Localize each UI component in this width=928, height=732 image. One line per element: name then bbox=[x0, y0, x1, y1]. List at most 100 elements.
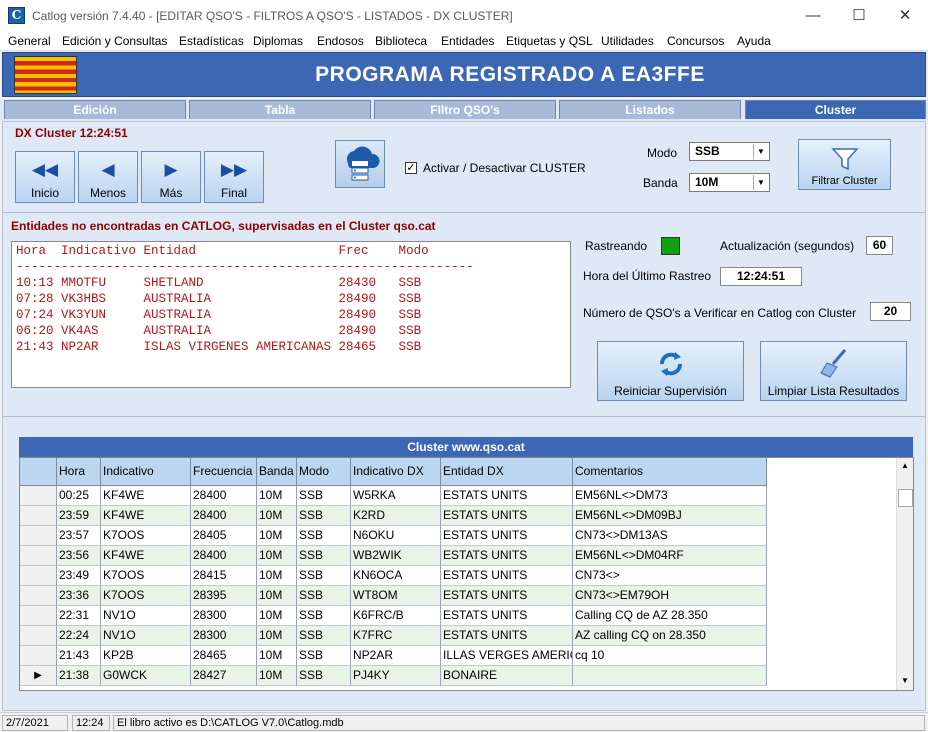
row-selector[interactable] bbox=[20, 506, 57, 526]
cloud-server-button[interactable] bbox=[335, 140, 385, 188]
next-button[interactable]: ▶ Más bbox=[141, 151, 201, 203]
cell-comentarios[interactable]: EM56NL<>DM04RF bbox=[573, 546, 767, 566]
tab-tabla[interactable]: Tabla bbox=[189, 100, 371, 119]
row-selector[interactable] bbox=[20, 546, 57, 566]
cell-modo[interactable]: SSB bbox=[297, 526, 351, 546]
cell-frecuencia[interactable]: 28400 bbox=[191, 486, 257, 506]
cell-hora[interactable]: 23:57 bbox=[57, 526, 101, 546]
cell-modo[interactable]: SSB bbox=[297, 486, 351, 506]
cell-banda[interactable]: 10M bbox=[257, 646, 297, 666]
cell-indicativo[interactable]: K7OOS bbox=[101, 566, 191, 586]
cell-frecuencia[interactable]: 28395 bbox=[191, 586, 257, 606]
cell-banda[interactable]: 10M bbox=[257, 586, 297, 606]
cell-comentarios[interactable]: AZ calling CQ on 28.350 bbox=[573, 626, 767, 646]
cell-comentarios[interactable]: CN73<> bbox=[573, 566, 767, 586]
cell-indicativo[interactable]: KF4WE bbox=[101, 506, 191, 526]
cell-hora[interactable]: 23:49 bbox=[57, 566, 101, 586]
cell-banda[interactable]: 10M bbox=[257, 546, 297, 566]
column-header-comentarios[interactable]: Comentarios bbox=[573, 458, 767, 486]
cell-banda[interactable]: 10M bbox=[257, 666, 297, 686]
cell-modo[interactable]: SSB bbox=[297, 626, 351, 646]
cell-frecuencia[interactable]: 28300 bbox=[191, 606, 257, 626]
cell-modo[interactable]: SSB bbox=[297, 546, 351, 566]
menu-entidades[interactable]: Entidades bbox=[441, 34, 494, 48]
cell-indicativo[interactable]: K7OOS bbox=[101, 586, 191, 606]
cell-comentarios[interactable]: cq 10 bbox=[573, 646, 767, 666]
column-header-indicativo[interactable]: Indicativo bbox=[101, 458, 191, 486]
row-selector[interactable] bbox=[20, 566, 57, 586]
menu-edicion-consultas[interactable]: Edición y Consultas bbox=[62, 34, 167, 48]
cell-hora[interactable]: 22:31 bbox=[57, 606, 101, 626]
cell-indicativo-dx[interactable]: PJ4KY bbox=[351, 666, 441, 686]
row-selector[interactable]: ▶ bbox=[20, 666, 57, 686]
menu-concursos[interactable]: Concursos bbox=[667, 34, 724, 48]
cell-entidad-dx[interactable]: ESTATS UNITS bbox=[441, 486, 573, 506]
cell-indicativo-dx[interactable]: WB2WIK bbox=[351, 546, 441, 566]
cell-comentarios[interactable]: EM56NL<>DM09BJ bbox=[573, 506, 767, 526]
cell-frecuencia[interactable]: 28400 bbox=[191, 546, 257, 566]
row-selector[interactable] bbox=[20, 486, 57, 506]
cell-hora[interactable]: 23:56 bbox=[57, 546, 101, 566]
scroll-up-icon[interactable]: ▲ bbox=[897, 458, 913, 474]
cell-entidad-dx[interactable]: ESTATS UNITS bbox=[441, 586, 573, 606]
cell-indicativo-dx[interactable]: K7FRC bbox=[351, 626, 441, 646]
cell-banda[interactable]: 10M bbox=[257, 506, 297, 526]
cell-entidad-dx[interactable]: ESTATS UNITS bbox=[441, 606, 573, 626]
cell-banda[interactable]: 10M bbox=[257, 566, 297, 586]
cell-modo[interactable]: SSB bbox=[297, 566, 351, 586]
tab-edicion[interactable]: Edición bbox=[4, 100, 186, 119]
column-header-modo[interactable]: Modo bbox=[297, 458, 351, 486]
cell-indicativo-dx[interactable]: NP2AR bbox=[351, 646, 441, 666]
maximize-icon[interactable]: ☐ bbox=[836, 0, 882, 31]
cell-modo[interactable]: SSB bbox=[297, 506, 351, 526]
tab-listados[interactable]: Listados bbox=[559, 100, 741, 119]
update-interval-field[interactable]: 60 bbox=[866, 236, 893, 255]
cell-hora[interactable]: 21:38 bbox=[57, 666, 101, 686]
column-header-indicativo-dx[interactable]: Indicativo DX bbox=[351, 458, 441, 486]
row-selector[interactable] bbox=[20, 646, 57, 666]
scroll-down-icon[interactable]: ▼ bbox=[897, 673, 913, 689]
cell-modo[interactable]: SSB bbox=[297, 586, 351, 606]
restart-supervision-button[interactable]: Reiniciar Supervisión bbox=[597, 341, 744, 401]
cell-hora[interactable]: 23:59 bbox=[57, 506, 101, 526]
cell-banda[interactable]: 10M bbox=[257, 626, 297, 646]
last-button[interactable]: ▶▶ Final bbox=[204, 151, 264, 203]
cell-modo[interactable]: SSB bbox=[297, 646, 351, 666]
row-selector[interactable] bbox=[20, 626, 57, 646]
cell-indicativo[interactable]: NV1O bbox=[101, 626, 191, 646]
cell-comentarios[interactable]: CN73<>DM13AS bbox=[573, 526, 767, 546]
cell-entidad-dx[interactable]: ESTATS UNITS bbox=[441, 506, 573, 526]
cell-banda[interactable]: 10M bbox=[257, 606, 297, 626]
cell-entidad-dx[interactable]: ESTATS UNITS bbox=[441, 546, 573, 566]
cell-indicativo-dx[interactable]: W5RKA bbox=[351, 486, 441, 506]
cell-indicativo-dx[interactable]: K6FRC/B bbox=[351, 606, 441, 626]
cell-banda[interactable]: 10M bbox=[257, 486, 297, 506]
column-header-entidad-dx[interactable]: Entidad DX bbox=[441, 458, 573, 486]
cell-frecuencia[interactable]: 28405 bbox=[191, 526, 257, 546]
qso-check-field[interactable]: 20 bbox=[870, 302, 911, 321]
cell-entidad-dx[interactable]: BONAIRE bbox=[441, 666, 573, 686]
cell-indicativo-dx[interactable]: WT8OM bbox=[351, 586, 441, 606]
menu-etiquetas-qsl[interactable]: Etiquetas y QSL bbox=[506, 34, 593, 48]
prev-button[interactable]: ◀ Menos bbox=[78, 151, 138, 203]
cell-entidad-dx[interactable]: ILLAS VERGES AMERICA bbox=[441, 646, 573, 666]
clear-results-button[interactable]: Limpiar Lista Resultados bbox=[760, 341, 907, 401]
cell-frecuencia[interactable]: 28415 bbox=[191, 566, 257, 586]
menu-ayuda[interactable]: Ayuda bbox=[737, 34, 771, 48]
tab-cluster[interactable]: Cluster bbox=[745, 100, 926, 119]
row-selector[interactable] bbox=[20, 526, 57, 546]
cell-entidad-dx[interactable]: ESTATS UNITS bbox=[441, 626, 573, 646]
cell-frecuencia[interactable]: 28400 bbox=[191, 506, 257, 526]
cell-indicativo-dx[interactable]: KN6OCA bbox=[351, 566, 441, 586]
cell-frecuencia[interactable]: 28300 bbox=[191, 626, 257, 646]
cell-hora[interactable]: 22:24 bbox=[57, 626, 101, 646]
minimize-icon[interactable]: — bbox=[790, 0, 836, 31]
cell-hora[interactable]: 00:25 bbox=[57, 486, 101, 506]
cell-frecuencia[interactable]: 28427 bbox=[191, 666, 257, 686]
cell-indicativo[interactable]: G0WCK bbox=[101, 666, 191, 686]
cell-indicativo-dx[interactable]: K2RD bbox=[351, 506, 441, 526]
cell-indicativo[interactable]: KF4WE bbox=[101, 486, 191, 506]
cell-indicativo[interactable]: K7OOS bbox=[101, 526, 191, 546]
row-selector[interactable] bbox=[20, 606, 57, 626]
menu-general[interactable]: General bbox=[8, 34, 51, 48]
